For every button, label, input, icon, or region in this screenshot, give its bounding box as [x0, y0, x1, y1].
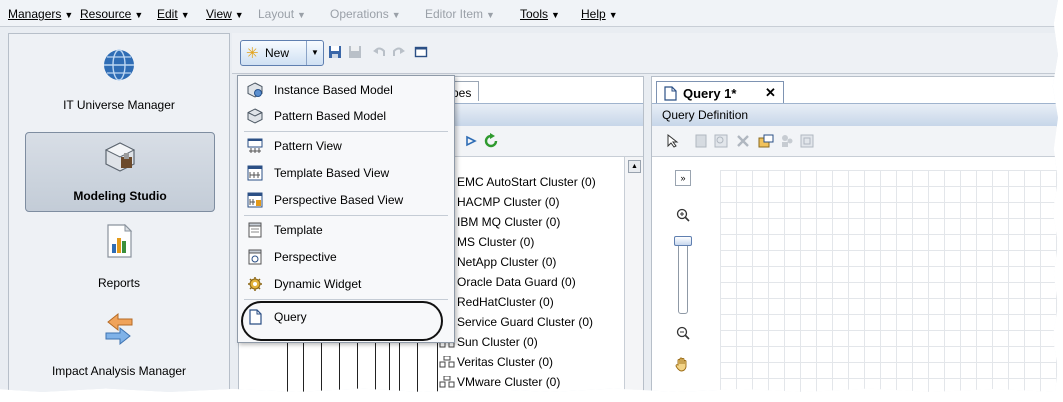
zoom-out-icon[interactable]: [676, 326, 690, 340]
nav-label: IT Universe Manager: [63, 98, 175, 112]
menu-item-pattern-based-model[interactable]: Pattern Based Model: [238, 103, 454, 129]
tree-item[interactable]: VMware Cluster (0): [439, 375, 560, 389]
pattern-view-icon: [247, 138, 263, 153]
menu-managers[interactable]: Managers ▼: [8, 7, 73, 21]
layout-properties-icon[interactable]: [758, 134, 774, 148]
new-dropdown-arrow-icon[interactable]: ▼: [306, 41, 323, 65]
redo-icon: [393, 47, 405, 56]
calculated-icon: [800, 134, 814, 148]
modeling-studio-icon: [104, 142, 136, 172]
tab-query[interactable]: Query 1* ✕: [656, 81, 784, 103]
menu-item-dynamic-widget[interactable]: Dynamic Widget: [238, 271, 454, 297]
zoom-controls: »: [672, 170, 712, 392]
menu-separator: [244, 299, 448, 300]
app-window: Managers ▼ Resource ▼ Edit ▼ View ▼ Layout ▼ …: [0, 0, 1058, 392]
window-icon[interactable]: [414, 45, 428, 59]
zoom-slider[interactable]: [678, 238, 688, 314]
save-icon[interactable]: [328, 45, 342, 59]
template-view-icon: [247, 165, 263, 181]
zoom-in-icon[interactable]: [676, 208, 690, 222]
query-editor-panel: Query 1* ✕ Query Definition »: [651, 76, 1058, 392]
nav-label: Impact Analysis Manager: [51, 364, 187, 378]
cluster-icon: [439, 376, 455, 388]
undo-icon: [373, 47, 385, 56]
nav-impact-analysis-manager[interactable]: Impact Analysis Manager: [25, 308, 213, 386]
scroll-up-icon[interactable]: ▲: [628, 160, 641, 173]
properties-icon: [695, 134, 707, 148]
tree-item[interactable]: EMC AutoStart Cluster (0): [457, 175, 596, 189]
perspective-icon: [248, 249, 262, 265]
tree-item[interactable]: NetApp Cluster (0): [457, 255, 556, 269]
query-toolbar: [652, 126, 1058, 157]
pattern-model-icon: [247, 108, 263, 124]
menu-item-pattern-view[interactable]: Pattern View: [238, 133, 454, 159]
tree-item[interactable]: RedHatCluster (0): [457, 295, 554, 309]
impact-analysis-icon: [105, 312, 133, 346]
instance-model-icon: [247, 82, 263, 98]
query-definition-header: Query Definition: [652, 103, 1058, 127]
new-button[interactable]: ✳ New ▼: [240, 40, 324, 66]
reports-icon: [107, 224, 133, 258]
tree-item[interactable]: HACMP Cluster (0): [457, 195, 559, 209]
globe-icon: [104, 49, 134, 81]
menu-help[interactable]: Help ▼: [581, 7, 618, 21]
query-highlight-callout: [241, 301, 443, 341]
menu-edit[interactable]: Edit ▼: [157, 7, 190, 21]
nav-modeling-studio[interactable]: Modeling Studio: [25, 132, 215, 212]
refresh-icon[interactable]: [483, 133, 499, 149]
menu-item-template[interactable]: Template: [238, 217, 454, 243]
menu-operations: Operations ▼: [330, 7, 401, 21]
tree-scrollbar[interactable]: ▲: [624, 157, 643, 392]
tree-item[interactable]: MS Cluster (0): [457, 235, 534, 249]
zoom-slider-handle[interactable]: [674, 236, 692, 246]
tree-item[interactable]: Veritas Cluster (0): [439, 355, 553, 369]
tree-item[interactable]: Oracle Data Guard (0): [457, 275, 576, 289]
module-navigator: IT Universe Manager Modeling Studio Repo…: [8, 33, 230, 392]
nav-reports[interactable]: Reports: [25, 220, 213, 298]
tree-item[interactable]: IBM MQ Cluster (0): [457, 215, 560, 229]
expand-palette-icon[interactable]: »: [675, 170, 691, 186]
delete-icon: [737, 135, 749, 147]
nav-label: Modeling Studio: [73, 189, 167, 203]
permissions-icon: [782, 135, 793, 147]
menu-bar: Managers ▼ Resource ▼ Edit ▼ View ▼ Layout ▼ …: [0, 0, 1058, 27]
template-icon: [248, 222, 262, 238]
menu-item-perspective-based-view[interactable]: Perspective Based View: [238, 187, 454, 213]
query-document-icon: [664, 86, 677, 101]
cluster-icon: [439, 356, 455, 368]
dynamic-widget-icon: [248, 277, 262, 291]
menu-item-instance-based-model[interactable]: Instance Based Model: [238, 77, 454, 103]
query-canvas[interactable]: [720, 170, 1058, 392]
main-toolbar: ✳ New ▼: [232, 33, 1058, 74]
pan-hand-icon[interactable]: [674, 356, 690, 372]
save-all-icon: [349, 46, 361, 58]
new-star-icon: ✳: [246, 45, 259, 62]
menu-item-template-based-view[interactable]: Template Based View: [238, 160, 454, 186]
menu-separator: [244, 215, 448, 216]
nav-label: Reports: [97, 276, 141, 290]
nav-it-universe-manager[interactable]: IT Universe Manager: [25, 42, 213, 120]
menu-tools[interactable]: Tools ▼: [520, 7, 560, 21]
menu-view[interactable]: View ▼: [206, 7, 244, 21]
menu-editor-item: Editor Item ▼: [425, 7, 495, 21]
zoom-view-icon: [714, 134, 728, 148]
menu-resource[interactable]: Resource ▼: [80, 7, 143, 21]
tree-item[interactable]: Service Guard Cluster (0): [457, 315, 593, 329]
arrow-right-icon[interactable]: [465, 135, 477, 147]
perspective-view-icon: [247, 192, 263, 208]
menu-item-perspective[interactable]: Perspective: [238, 244, 454, 270]
close-tab-icon[interactable]: ✕: [765, 85, 776, 101]
select-pointer-icon[interactable]: [666, 134, 680, 148]
menu-layout: Layout ▼: [258, 7, 306, 21]
menu-separator: [244, 131, 448, 132]
